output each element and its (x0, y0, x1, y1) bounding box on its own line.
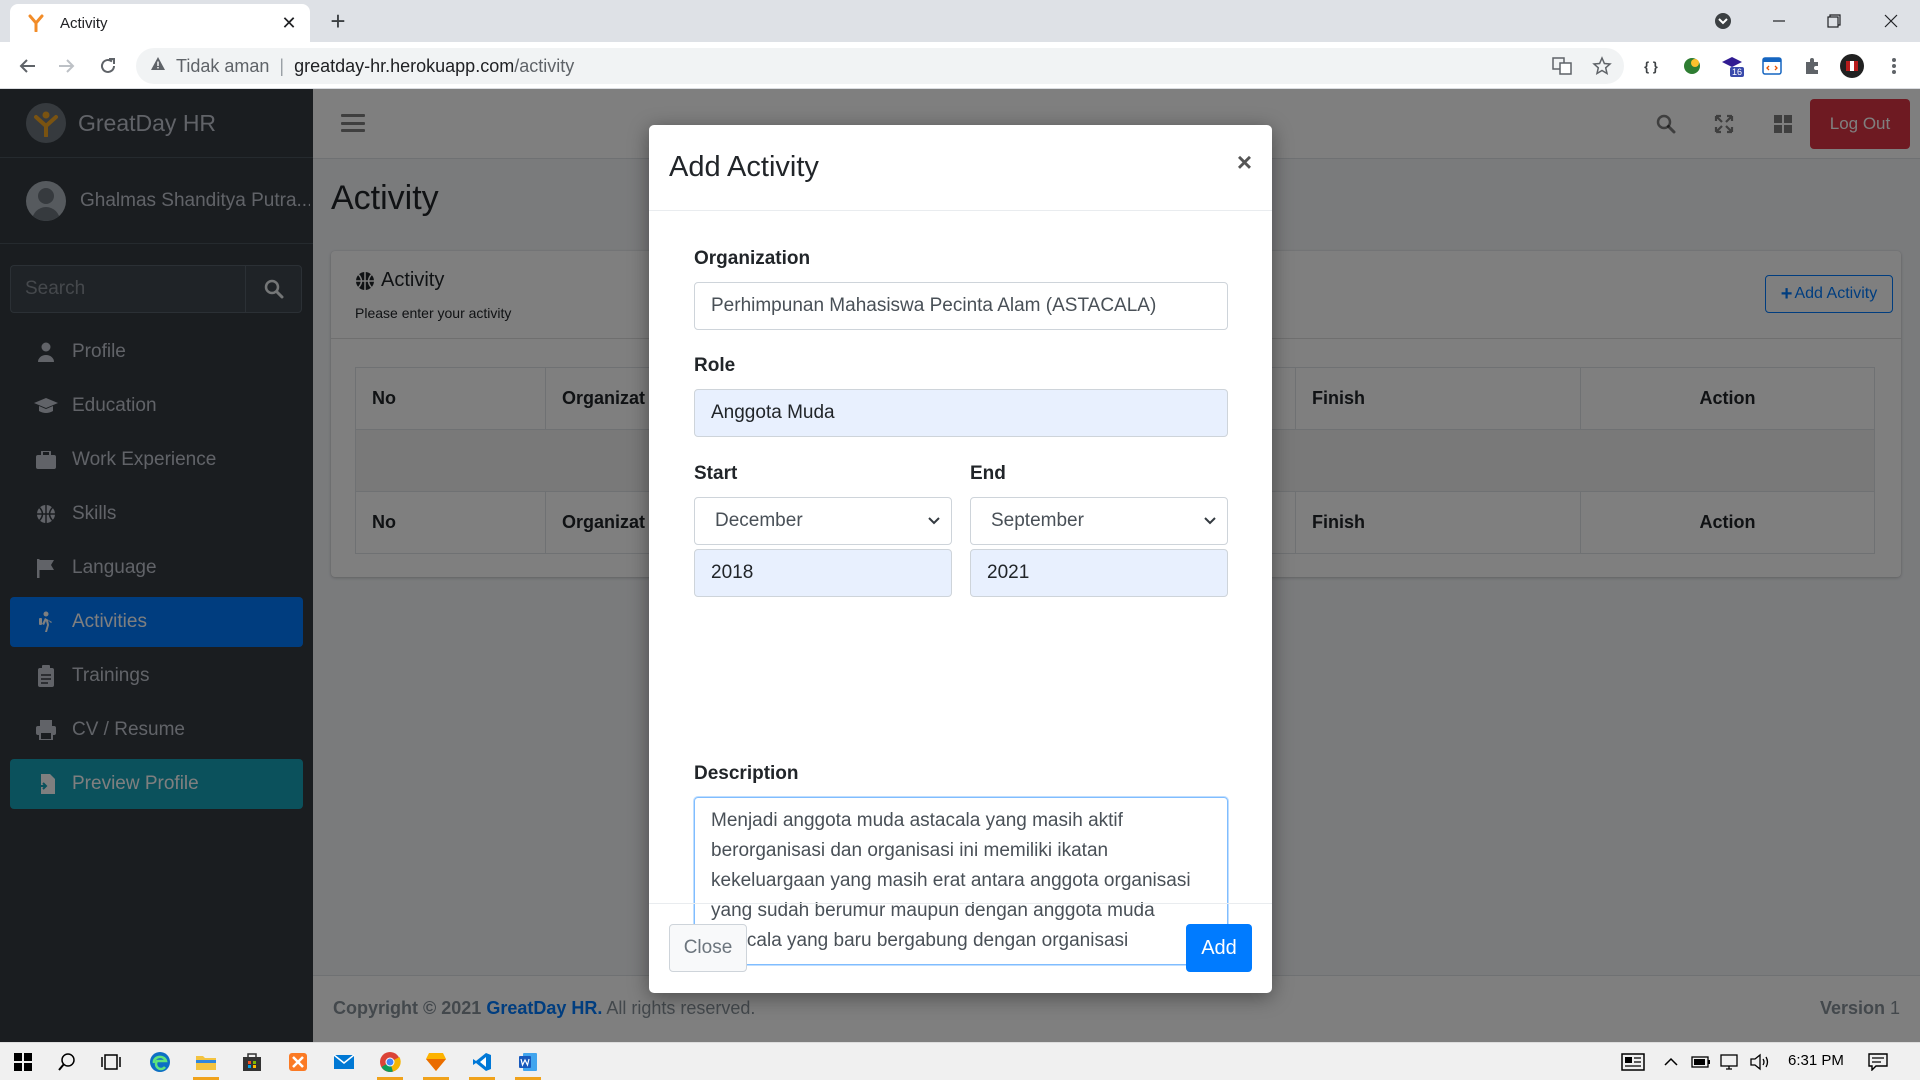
add-button[interactable]: Add (1186, 924, 1252, 972)
role-label: Role (694, 355, 736, 376)
edge-icon[interactable] (145, 1048, 175, 1076)
organization-label: Organization (694, 248, 811, 269)
organization-input[interactable]: Perhimpunan Mahasiswa Pecinta Alam (ASTA… (694, 282, 1228, 330)
network-icon[interactable] (1714, 1048, 1744, 1076)
code-extension-icon[interactable] (1758, 52, 1786, 80)
greatday-favicon-icon (26, 13, 46, 33)
url-text: greatday-hr.herokuapp.com/activity (294, 56, 574, 77)
chevron-down-icon (1203, 514, 1217, 528)
end-year-input[interactable]: 2021 (970, 549, 1228, 597)
translate-icon[interactable] (1548, 52, 1576, 80)
start-month-value: December (715, 510, 803, 531)
modal-close-icon[interactable]: × (1237, 147, 1252, 178)
security-status[interactable]: Tidak aman (176, 56, 269, 77)
end-month-select[interactable]: September (970, 497, 1228, 545)
restore-icon[interactable] (1815, 0, 1853, 42)
window-close-icon[interactable] (1872, 0, 1910, 42)
close-button[interactable]: Close (669, 924, 747, 972)
tab-search-icon[interactable] (1708, 0, 1738, 42)
start-year-input[interactable]: 2018 (694, 549, 952, 597)
start-label: Start (694, 463, 738, 484)
description-line: Menjadi anggota muda astacala yang masih… (711, 810, 1123, 831)
modal-header: Add Activity × (649, 125, 1272, 211)
vscode-icon[interactable] (467, 1048, 497, 1080)
address-bar: Tidak aman | greatday-hr.herokuapp.com/a… (0, 42, 1920, 89)
browser-tab[interactable]: Activity ✕ (10, 4, 310, 42)
task-view-icon[interactable] (96, 1048, 126, 1076)
url-host: greatday-hr.herokuapp.com (294, 55, 515, 76)
mail-icon[interactable] (329, 1048, 359, 1076)
sketch-app-icon[interactable] (421, 1048, 451, 1080)
battery-icon[interactable] (1685, 1048, 1715, 1076)
globe-extension-icon[interactable] (1678, 52, 1706, 80)
extensions-puzzle-icon[interactable] (1798, 52, 1826, 80)
add-activity-modal: Add Activity × Organization Perhimpunan … (649, 125, 1272, 993)
word-icon[interactable] (513, 1048, 543, 1080)
modal-title: Add Activity (669, 151, 819, 183)
clock[interactable]: 6:31 PM (1788, 1052, 1844, 1069)
back-icon[interactable] (14, 52, 42, 80)
url-path: /activity (514, 55, 575, 76)
news-widget-icon[interactable] (1618, 1048, 1648, 1076)
profile-avatar-icon[interactable] (1838, 52, 1866, 80)
volume-icon[interactable] (1745, 1048, 1775, 1076)
forward-icon[interactable] (52, 52, 80, 80)
description-label: Description (694, 763, 799, 784)
xampp-icon[interactable] (283, 1048, 313, 1076)
description-line: berorganisasi dan organisasi ini memilik… (711, 840, 1109, 861)
warning-icon (150, 56, 166, 77)
extension-badge-icon[interactable]: 16 (1718, 52, 1746, 80)
store-icon[interactable] (237, 1048, 267, 1076)
end-label: End (970, 463, 1006, 484)
file-explorer-icon[interactable] (191, 1048, 221, 1080)
description-line: kekeluargaan yang masih erat antara angg… (711, 870, 1191, 891)
url-separator: | (279, 55, 285, 76)
chrome-icon[interactable] (375, 1048, 405, 1080)
new-tab-button[interactable]: + (324, 8, 352, 36)
reload-icon[interactable] (94, 52, 122, 80)
modal-footer: Close Add (649, 903, 1272, 993)
role-input[interactable]: Anggota Muda (694, 389, 1228, 437)
chevron-down-icon (927, 514, 941, 528)
omnibox[interactable]: Tidak aman | greatday-hr.herokuapp.com/a… (136, 48, 1624, 84)
start-month-select[interactable]: December (694, 497, 952, 545)
extension-badge-count: 16 (1732, 67, 1742, 77)
search-icon[interactable] (52, 1048, 82, 1076)
browser-menu-icon[interactable] (1880, 52, 1908, 80)
tab-title: Activity (60, 14, 108, 32)
windows-taskbar: 6:31 PM (0, 1042, 1920, 1080)
tab-close-icon[interactable]: ✕ (278, 13, 300, 34)
minimize-icon[interactable] (1760, 0, 1798, 42)
windows-start-icon[interactable] (8, 1048, 38, 1076)
bookmark-star-icon[interactable] (1588, 52, 1616, 80)
browser-tabbar: Activity ✕ + (0, 0, 1920, 42)
end-month-value: September (991, 510, 1084, 531)
notification-center-icon[interactable] (1863, 1048, 1893, 1076)
tray-chevron-up-icon[interactable] (1656, 1048, 1686, 1076)
json-extension-icon[interactable]: { } (1637, 52, 1665, 80)
